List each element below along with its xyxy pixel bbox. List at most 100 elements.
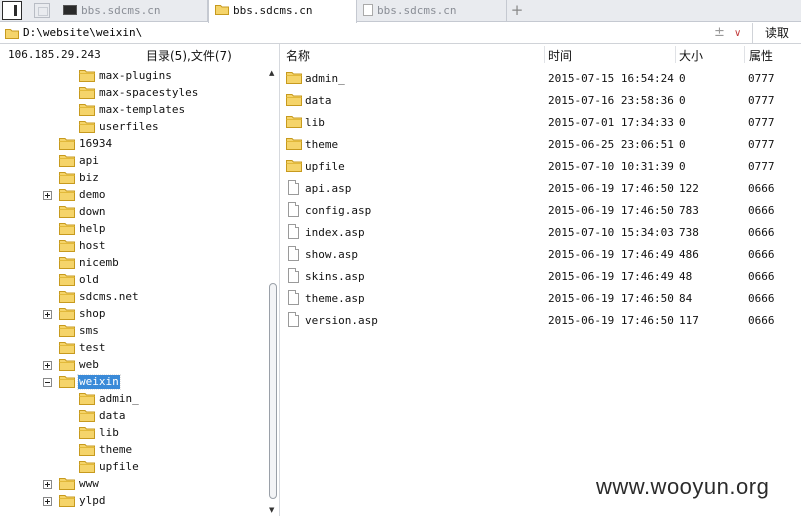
file-name: show.asp [305,248,358,261]
tree-item-label: down [79,205,106,218]
tree-item[interactable]: ylpd [0,493,266,510]
tree-item-label: userfiles [99,120,159,133]
table-row[interactable]: data 2015-07-16 23:58:36 0 0777 [281,90,801,112]
tree-item[interactable]: api [0,153,266,170]
expand-icon[interactable] [43,480,52,489]
tree-item[interactable]: web [0,357,266,374]
expand-icon[interactable] [43,310,52,319]
file-size: 122 [679,182,699,195]
column-name[interactable]: 名称 [286,47,310,64]
column-divider[interactable] [744,46,745,63]
tab-terminal[interactable]: bbs.sdcms.cn [57,0,208,22]
tab-document[interactable]: bbs.sdcms.cn [357,0,507,22]
tree-item[interactable]: admin_ [0,391,266,408]
folder-icon [79,86,95,102]
tab-label: bbs.sdcms.cn [377,4,457,17]
path-input[interactable]: D:\website\weixin\ [23,25,142,41]
column-attr[interactable]: 属性 [749,47,773,64]
table-row[interactable]: skins.asp 2015-06-19 17:46:49 48 0666 [281,266,801,288]
table-row[interactable]: show.asp 2015-06-19 17:46:49 486 0666 [281,244,801,266]
expand-icon[interactable] [43,497,52,506]
tree-item-label: shop [79,307,106,320]
tree-item[interactable]: www [0,476,266,493]
scroll-down-icon[interactable]: ▼ [269,506,274,514]
folder-icon [59,239,75,255]
file-name: admin_ [305,72,345,85]
tree-item[interactable]: demo [0,187,266,204]
tree-item[interactable]: max-spacestyles [0,85,266,102]
expand-icon[interactable] [43,361,52,370]
tree-item[interactable]: nicemb [0,255,266,272]
tree-item[interactable]: help [0,221,266,238]
tree-item[interactable]: sms [0,323,266,340]
table-row[interactable]: upfile 2015-07-10 10:31:39 0 0777 [281,156,801,178]
file-size: 783 [679,204,699,217]
tree-item[interactable]: old [0,272,266,289]
scrollbar-thumb[interactable] [269,283,277,499]
tree-item[interactable]: biz [0,170,266,187]
folder-icon [59,137,75,153]
watermark: www.wooyun.org [596,474,770,499]
table-row[interactable]: theme 2015-06-25 23:06:51 0 0777 [281,134,801,156]
terminal-icon [63,5,77,15]
window-icon[interactable] [34,3,50,18]
tree-item[interactable]: host [0,238,266,255]
tree-item[interactable]: max-plugins [0,68,266,85]
tree-item[interactable]: sdcms.net [0,289,266,306]
panel-toggle-button[interactable] [2,1,22,20]
table-row[interactable]: admin_ 2015-07-15 16:54:24 0 0777 [281,68,801,90]
tree-scrollbar[interactable]: ▲ ▼ [267,66,279,516]
file-name: upfile [305,160,345,173]
directory-pane: 106.185.29.243 目录(5),文件(7) max-plugins ma… [0,44,280,516]
tree-item[interactable]: weixin [0,374,266,391]
folder-icon [59,273,75,289]
folder-icon [59,222,75,238]
collapse-icon[interactable] [43,378,52,387]
file-attr: 0777 [748,116,775,129]
file-size: 0 [679,94,686,107]
tree-item[interactable]: max-templates [0,102,266,119]
tree-item[interactable]: test [0,340,266,357]
table-row[interactable]: lib 2015-07-01 17:34:33 0 0777 [281,112,801,134]
tab-file-manager[interactable]: bbs.sdcms.cn [208,0,357,23]
tree-item[interactable]: userfiles [0,119,266,136]
tree-item[interactable]: theme [0,442,266,459]
column-divider[interactable] [675,46,676,63]
add-bookmark-icon[interactable]: ± [714,25,725,40]
table-row[interactable]: version.asp 2015-06-19 17:46:50 117 0666 [281,310,801,332]
folder-icon [286,137,302,153]
table-row[interactable]: config.asp 2015-06-19 17:46:50 783 0666 [281,200,801,222]
file-list-header: 名称 时间 大小 属性 [281,44,801,66]
table-row[interactable]: api.asp 2015-06-19 17:46:50 122 0666 [281,178,801,200]
tree-item[interactable]: lib [0,425,266,442]
tree-item[interactable]: 16934 [0,136,266,153]
tree-item-label: 16934 [79,137,113,150]
address-bar: D:\website\weixin\ ± ∨ 读取 [0,23,801,44]
chevron-down-icon[interactable]: ∨ [734,26,741,41]
scroll-up-icon[interactable]: ▲ [269,69,274,77]
file-time: 2015-06-19 17:46:49 [548,270,674,283]
tree-item[interactable]: down [0,204,266,221]
file-attr: 0777 [748,138,775,151]
expand-icon[interactable] [43,191,52,200]
new-tab-button[interactable]: + [510,0,524,22]
table-row[interactable]: theme.asp 2015-06-19 17:46:50 84 0666 [281,288,801,310]
column-size[interactable]: 大小 [679,47,703,64]
file-size: 117 [679,314,699,327]
folder-icon [79,120,95,136]
file-name: theme.asp [305,292,365,305]
tree-item-label: ylpd [79,494,106,507]
tree-item[interactable]: data [0,408,266,425]
tree-item[interactable]: upfile [0,459,266,476]
tree-item-label: theme [99,443,133,456]
file-time: 2015-07-01 17:34:33 [548,116,674,129]
read-button[interactable]: 读取 [752,23,801,44]
tree-item[interactable]: shop [0,306,266,323]
column-divider[interactable] [544,46,545,63]
tree-item-label: nicemb [79,256,119,269]
column-time[interactable]: 时间 [548,47,572,64]
tree-item-label: sms [79,324,99,337]
table-row[interactable]: index.asp 2015-07-10 15:34:03 738 0666 [281,222,801,244]
folder-icon [79,392,95,408]
file-icon [288,290,299,305]
